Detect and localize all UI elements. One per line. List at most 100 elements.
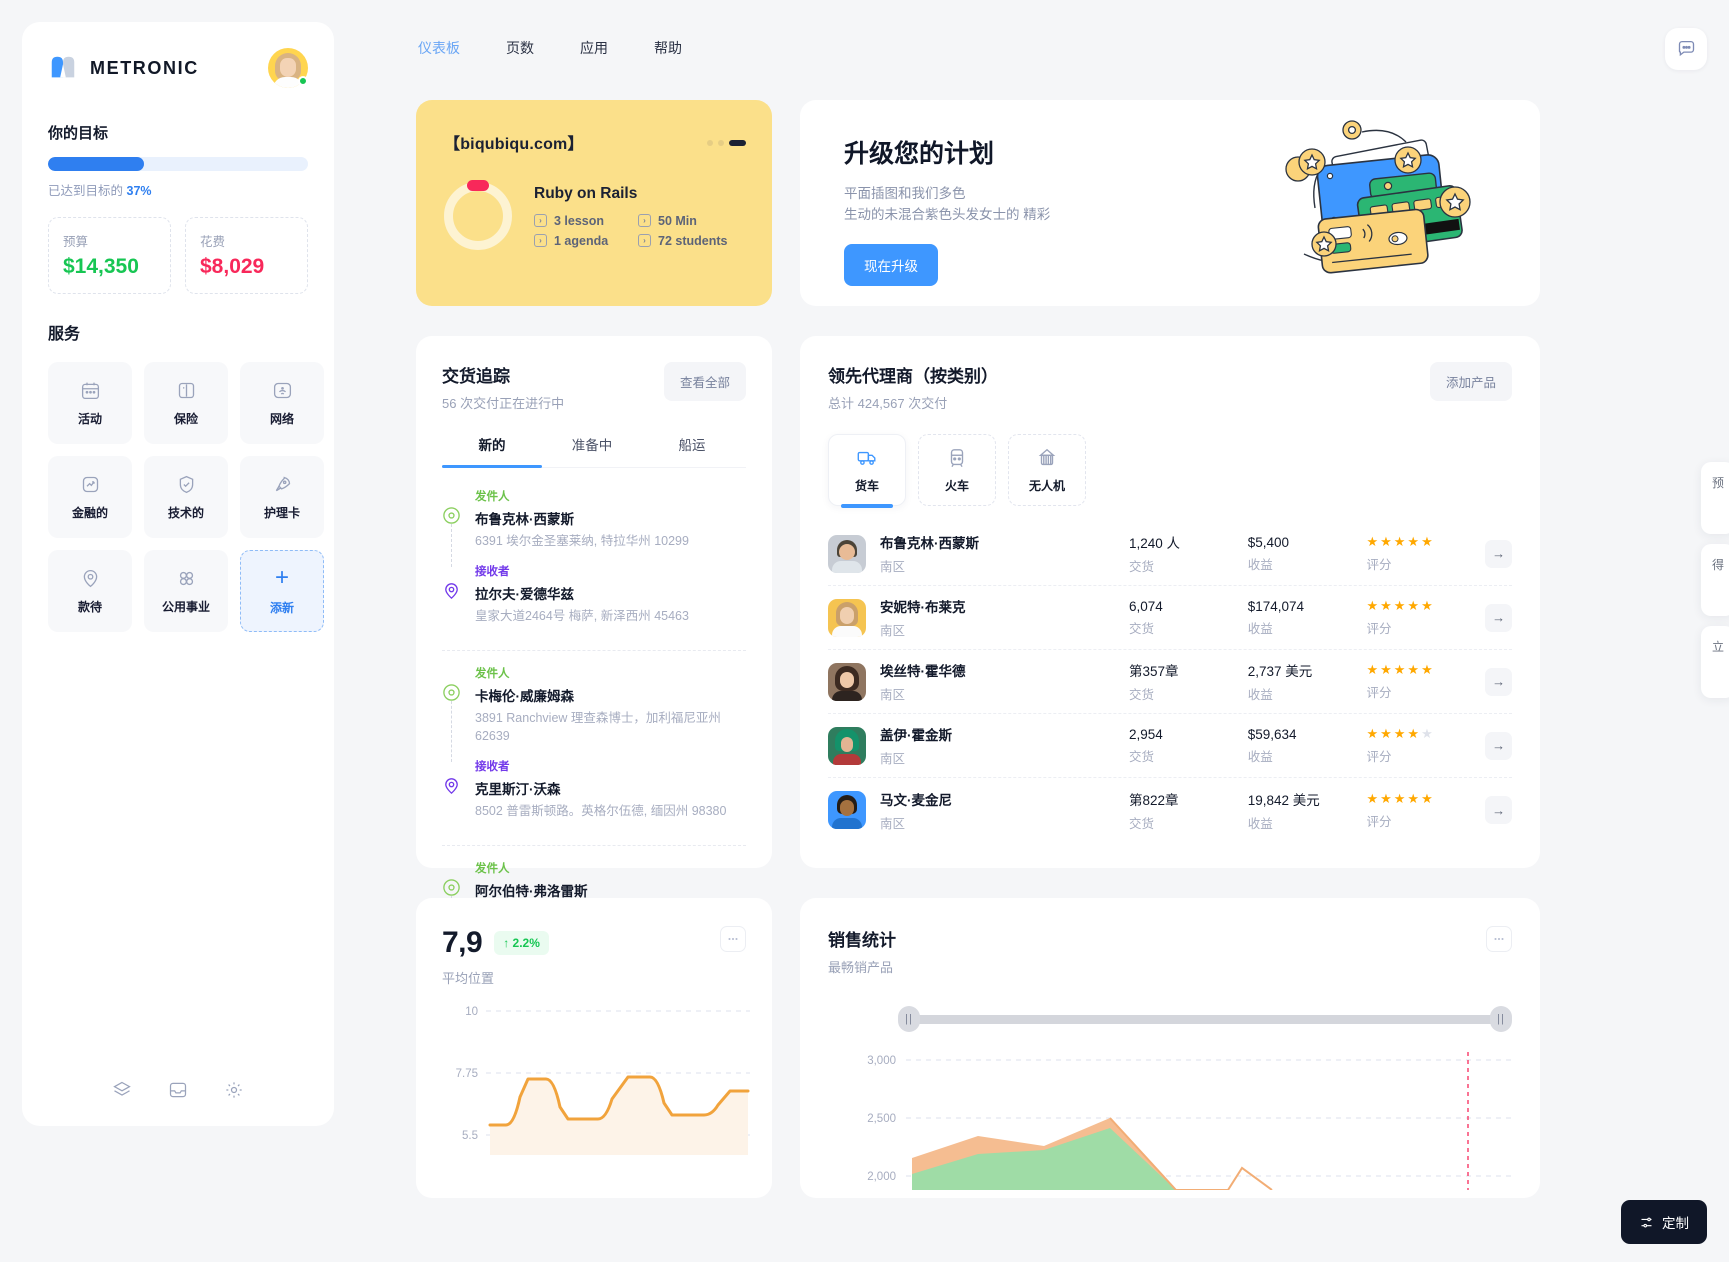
star-icon: ★ [1421,790,1433,806]
nav-item-help[interactable]: 帮助 [648,34,688,62]
agent-rating-caption: 评分 [1366,814,1392,829]
agent-revenue: $59,634 收益 [1248,727,1367,765]
edge-label: 得 [1711,558,1724,572]
service-tile-hospitality[interactable]: 款待 [48,550,132,632]
service-tile-carecard[interactable]: 护理卡 [240,456,324,538]
goal-progress-fill [48,157,145,171]
star-icon: ★ [1366,790,1379,806]
table-row[interactable]: 布鲁克林·西蒙斯 南区 1,240 人 交货 $5,400 收益 ★ ★ ★ ★ ★ 评… [828,522,1512,586]
range-track[interactable] [906,1015,1502,1024]
nav-item-apps[interactable]: 应用 [574,34,614,62]
nav-item-dashboard[interactable]: 仪表板 [412,34,466,62]
tab-new[interactable]: 新的 [442,434,542,468]
star-icon: ★ [1421,662,1433,677]
receiver-label: 接收者 [475,761,510,773]
range-handle-right[interactable]: || [1490,1006,1512,1032]
chevron-right-icon: › [638,214,651,227]
upgrade-now-button[interactable]: 现在升级 [844,243,938,286]
sales-menu-button[interactable] [1486,926,1512,952]
table-row[interactable]: 盖伊·霍金斯 南区 2,954 交货 $59,634 收益 ★ ★ ★ ★ ★ 评分 [828,714,1512,778]
agent-delivery-caption: 交货 [1128,816,1154,831]
agents-table: 布鲁克林·西蒙斯 南区 1,240 人 交货 $5,400 收益 ★ ★ ★ ★ ★ 评… [828,522,1512,842]
table-row[interactable]: 马文·麦金尼 南区 第822章 交货 19,842 美元 收益 ★ ★ ★ ★ ★ 评分 [828,778,1512,842]
sender-address: 6391 埃尔金圣塞莱纳, 特拉华州 10299 [475,534,689,548]
sidebar-footer [22,1080,334,1100]
agent-region: 南区 [880,560,906,574]
tab-preparing[interactable]: 准备中 [542,434,642,467]
service-tile-utilities[interactable]: 公用事业 [144,550,228,632]
nav-item-pages[interactable]: 页数 [500,34,540,62]
star-icon: ★ [1407,726,1420,741]
avatar[interactable] [268,48,308,88]
pager-dot[interactable] [718,140,724,146]
row-detail-button[interactable]: → [1485,603,1512,632]
ellipsis-icon [1494,937,1504,941]
service-label: 保险 [173,411,198,426]
category-drone[interactable]: 无人机 [1008,434,1086,506]
service-tile-network[interactable]: 网络 [240,362,324,444]
avg-label: 平均位置 [442,971,495,986]
goal-progress-note: 已达到目标的 37% [48,180,308,199]
row-detail-button[interactable]: → [1485,667,1512,696]
upgrade-desc-line2: 生动的未混合紫色头发女士的 精彩 [844,206,1051,222]
row-detail-button[interactable]: → [1485,539,1512,568]
stat-spent-value: $8,029 [200,255,265,278]
layers-icon[interactable] [112,1080,132,1100]
agent-delivery-value: 2,954 [1128,726,1163,742]
y-tick-label: 7.75 [456,1068,478,1080]
service-tile-financial[interactable]: 金融的 [48,456,132,538]
table-row[interactable]: 安妮特·布莱克 南区 6,074 交货 $174,074 收益 ★ ★ ★ ★ ★ 评分 [828,586,1512,650]
category-train[interactable]: 火车 [918,434,996,506]
sliders-icon [1641,1217,1652,1227]
row-detail-button[interactable]: → [1485,796,1512,824]
y-tick-label: 2,000 [867,1171,896,1183]
category-truck[interactable]: 货车 [828,434,906,508]
inbox-icon[interactable] [168,1080,188,1100]
agent-revenue-value: 19,842 美元 [1247,792,1320,808]
leading-agents-card: 领先代理商（按类别） 总计 424,567 次交付 添加产品 货车 火车 无人机… [800,336,1540,868]
edge-drawer-item-3[interactable]: 立 [1701,626,1729,698]
star-icon: ★ [1366,662,1379,677]
chart-range-slider[interactable]: || || [828,1006,1512,1032]
view-all-button[interactable]: 查看全部 [663,362,746,401]
edge-drawer-item-1[interactable]: 预 [1701,462,1729,534]
avg-menu-button[interactable] [720,926,746,952]
table-row[interactable]: 埃丝特·霍华德 南区 第357章 交货 2,737 美元 收益 ★ ★ ★ ★ ★ 评分 [828,650,1512,714]
range-handle-left[interactable]: || [898,1006,920,1032]
chat-support-button[interactable] [1665,28,1707,70]
agent-delivery-caption: 交货 [1128,688,1154,702]
agents-header: 领先代理商（按类别） 总计 424,567 次交付 添加产品 [828,362,1512,412]
pager-dot[interactable] [707,140,713,146]
pager-active-dash[interactable] [729,140,746,146]
sender-block: 发件人 布鲁克林·西蒙斯 6391 埃尔金圣塞莱纳, 特拉华州 10299 [475,488,689,551]
star-icon: ★ [1366,598,1379,613]
sales-title: 销售统计 [828,931,896,950]
agent-region: 南区 [880,752,906,766]
service-tile-insurance[interactable]: 保险 [144,362,228,444]
add-product-button[interactable]: 添加产品 [1429,362,1512,401]
sender-circle-icon [443,507,460,524]
edge-drawer-item-2[interactable]: 得 [1701,544,1729,616]
tab-shipping[interactable]: 船运 [642,434,742,467]
service-tile-events[interactable]: 活动 [48,362,132,444]
goal-title: 你的目标 [48,125,109,142]
metronic-logo-icon [51,56,75,78]
service-tile-add-new[interactable]: + 添新 [240,550,324,632]
meta-text: 50 Min [658,213,697,228]
book-icon [178,382,194,398]
carousel-pager[interactable] [707,140,746,146]
gear-icon[interactable] [224,1080,244,1100]
agent-delivery: 第822章 交货 [1129,789,1248,832]
service-tile-technical[interactable]: 技术的 [144,456,228,538]
course-body: Ruby on Rails › 3 lesson › 50 Min › 1 ag… [444,182,744,250]
brand[interactable]: METRONIC [48,53,199,83]
top-navigation: 仪表板 页数 应用 帮助 [412,34,688,62]
agent-delivery-value: 第822章 [1128,792,1179,808]
service-label: 公用事业 [161,599,210,614]
receiver-address: 8502 普雷斯顿路。英格尔伍德, 缅因州 98380 [475,804,727,818]
agent-region: 南区 [880,816,906,831]
row-detail-button[interactable]: → [1485,731,1512,760]
receiver-block: 接收者 拉尔夫·爱德华兹 皇家大道2464号 梅萨, 新泽西州 45463 [475,563,689,626]
agent-rating: ★ ★ ★ ★ ★ 评分 [1366,726,1485,765]
customize-button[interactable]: 定制 [1621,1200,1707,1244]
